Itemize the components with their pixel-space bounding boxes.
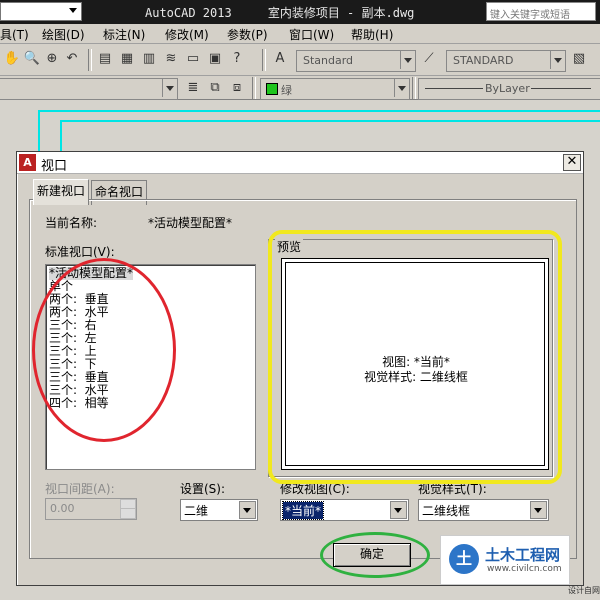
watermark-logo-icon: 土 bbox=[449, 544, 479, 574]
text-style-value: Standard bbox=[303, 54, 354, 67]
setup-value: 二维 bbox=[184, 504, 209, 518]
layer-states-icon[interactable]: ≣ bbox=[184, 79, 202, 97]
menu-tools[interactable]: 具(T) bbox=[0, 26, 29, 43]
dim-style-icon[interactable]: ⟋ bbox=[420, 50, 438, 68]
linetype-sample bbox=[425, 88, 483, 89]
window-title: AutoCAD 2013 室内装修项目 - 副本.dwg bbox=[145, 6, 415, 20]
menu-modify[interactable]: 修改(M) bbox=[165, 26, 209, 43]
change-view-select[interactable]: *当前* bbox=[280, 499, 409, 521]
dialog-title: 视口 bbox=[41, 159, 68, 174]
workspace-dropdown[interactable] bbox=[0, 2, 82, 21]
toolbar-separator bbox=[252, 77, 256, 99]
tab-new-viewports[interactable]: 新建视口 bbox=[33, 179, 90, 205]
menu-window[interactable]: 窗口(W) bbox=[289, 26, 334, 43]
zoom-previous-icon[interactable]: ↶ bbox=[63, 50, 81, 68]
dim-style-select[interactable]: STANDARD bbox=[446, 50, 566, 72]
viewport-spacing-value: 0.00 bbox=[50, 502, 75, 515]
setup-label: 设置(S): bbox=[180, 482, 226, 496]
spin-down-button bbox=[120, 508, 136, 519]
tool-palettes-icon[interactable]: ▥ bbox=[140, 50, 158, 68]
visual-style-value: 二维线框 bbox=[422, 504, 471, 518]
layer-previous-icon[interactable]: ⧈ bbox=[228, 79, 246, 97]
menu-draw[interactable]: 绘图(D) bbox=[42, 26, 85, 43]
dim-style-value: STANDARD bbox=[453, 54, 514, 67]
sheet-set-icon[interactable]: ≋ bbox=[162, 50, 180, 68]
visual-style-select[interactable]: 二维线框 bbox=[418, 499, 549, 521]
pan-icon[interactable]: ✋ bbox=[3, 50, 21, 68]
red-highlight-ring bbox=[32, 258, 176, 442]
green-highlight-ring bbox=[320, 532, 430, 578]
watermark: 土 土木工程网 www.civilcn.com bbox=[440, 535, 570, 585]
menu-bar: 具(T) 绘图(D) 标注(N) 修改(M) 参数(P) 窗口(W) 帮助(H) bbox=[0, 24, 600, 44]
linetype-sample bbox=[531, 88, 591, 89]
layers-toolbar: ≣ ⧉ ⧈ 绿 ByLayer bbox=[0, 76, 600, 100]
color-select[interactable]: 绿 bbox=[260, 78, 410, 100]
title-bar: AutoCAD 2013 室内装修项目 - 副本.dwg 键入关键字或短语 bbox=[0, 0, 600, 24]
properties-icon[interactable]: ▤ bbox=[96, 50, 114, 68]
toolbar-separator bbox=[262, 49, 266, 71]
markup-icon[interactable]: ▭ bbox=[184, 50, 202, 68]
viewport-spacing-label: 视口间距(A): bbox=[45, 482, 115, 496]
change-view-value: *当前* bbox=[281, 501, 325, 520]
menu-parametric[interactable]: 参数(P) bbox=[227, 26, 268, 43]
yellow-highlight-box bbox=[268, 230, 562, 484]
layer-select[interactable] bbox=[0, 78, 178, 100]
make-current-icon[interactable]: ⧉ bbox=[206, 79, 224, 97]
drawing-line bbox=[60, 120, 600, 122]
zoom-window-icon[interactable]: ⊕ bbox=[43, 50, 61, 68]
dialog-title-bar[interactable]: A 视口 ✕ bbox=[17, 152, 583, 174]
search-input[interactable]: 键入关键字或短语 bbox=[486, 2, 596, 21]
setup-select[interactable]: 二维 bbox=[180, 499, 258, 521]
help-icon[interactable]: ? bbox=[228, 50, 246, 68]
color-swatch bbox=[266, 83, 278, 95]
viewport-spacing-input: 0.00 bbox=[45, 498, 137, 520]
table-style-icon[interactable]: ▧ bbox=[570, 50, 588, 68]
close-button[interactable]: ✕ bbox=[563, 154, 581, 171]
linetype-value: ByLayer bbox=[485, 82, 530, 95]
calculator-icon[interactable]: ▣ bbox=[206, 50, 224, 68]
watermark-url: www.civilcn.com bbox=[487, 564, 562, 574]
standard-toolbar: ✋ 🔍 ⊕ ↶ ▤ ▦ ▥ ≋ ▭ ▣ ? A Standard ⟋ STAND… bbox=[0, 44, 600, 76]
design-center-icon[interactable]: ▦ bbox=[118, 50, 136, 68]
color-value: 绿 bbox=[281, 84, 292, 97]
menu-dimension[interactable]: 标注(N) bbox=[103, 26, 145, 43]
drawing-line bbox=[38, 110, 600, 112]
current-name-value: *活动模型配置* bbox=[148, 216, 233, 230]
watermark-small-text: 设计自网 bbox=[568, 586, 600, 595]
text-style-select[interactable]: Standard bbox=[296, 50, 416, 72]
watermark-title: 土木工程网 bbox=[485, 546, 561, 564]
linetype-select[interactable]: ByLayer bbox=[418, 78, 600, 100]
current-name-label: 当前名称: bbox=[45, 216, 98, 230]
zoom-realtime-icon[interactable]: 🔍 bbox=[23, 50, 41, 68]
text-style-icon[interactable]: A bbox=[271, 50, 289, 68]
menu-help[interactable]: 帮助(H) bbox=[351, 26, 393, 43]
toolbar-separator bbox=[88, 49, 92, 71]
toolbar-separator bbox=[412, 77, 416, 99]
autocad-logo-icon: A bbox=[19, 154, 36, 171]
